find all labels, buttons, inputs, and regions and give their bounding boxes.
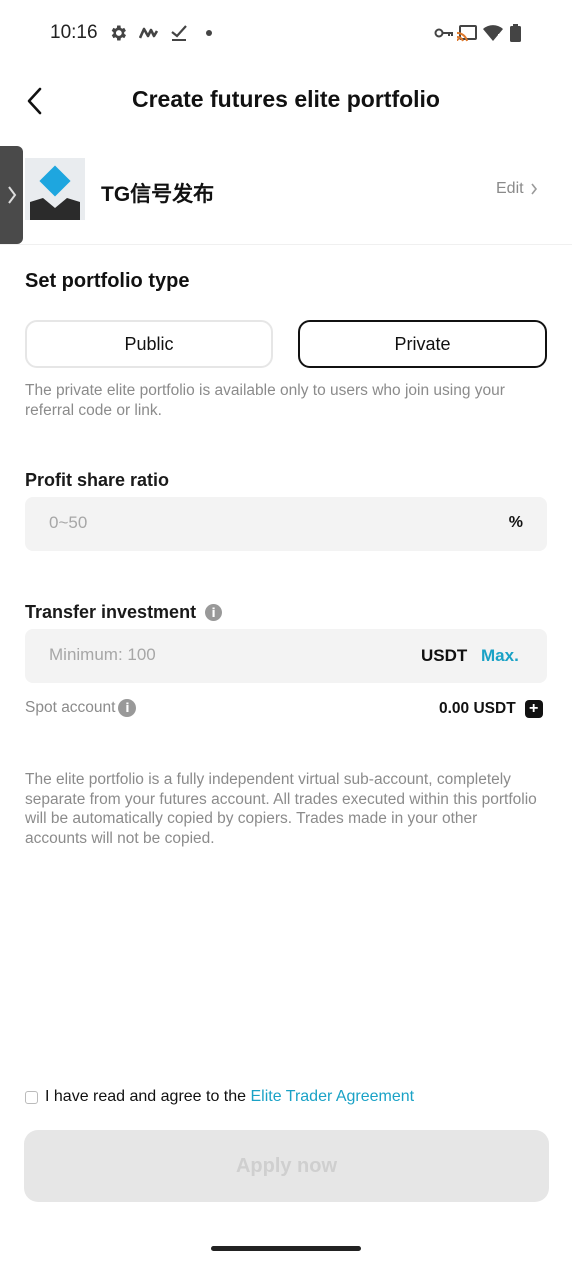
key-icon [434, 24, 454, 42]
spot-value: 0.00 USDT [439, 700, 516, 717]
agreement-text: I have read and agree to the Elite Trade… [45, 1088, 414, 1106]
status-time: 10:16 [50, 22, 98, 43]
agreement-checkbox[interactable] [25, 1090, 38, 1104]
avatar[interactable] [25, 158, 85, 220]
chevron-right-icon [530, 183, 537, 195]
max-button[interactable]: Max. [481, 646, 519, 666]
transfer-label: Transfer investment [25, 602, 197, 622]
public-type-button[interactable]: Public [25, 320, 273, 368]
wifi-icon [483, 24, 503, 42]
profile-name: TG信号发布 [101, 183, 215, 206]
home-indicator[interactable] [211, 1246, 361, 1251]
edit-button[interactable]: Edit [496, 180, 538, 198]
side-drawer-handle[interactable] [0, 146, 23, 244]
agreement-link[interactable]: Elite Trader Agreement [250, 1088, 414, 1105]
portfolio-type-note: The private elite portfolio is available… [25, 382, 505, 419]
profit-share-label: Profit share ratio [25, 470, 170, 490]
profit-share-placeholder: 0~50 [49, 513, 88, 532]
info-icon[interactable]: i [118, 699, 137, 717]
spot-balance: 0.00 USDT + [439, 700, 543, 718]
private-type-button[interactable]: Private [298, 320, 547, 368]
currency-label: USDT [421, 646, 468, 665]
plus-icon[interactable]: + [524, 700, 543, 718]
battery-icon [510, 24, 521, 42]
transfer-label-row: Transfer investment i [25, 602, 223, 623]
apply-button[interactable]: Apply now [24, 1130, 549, 1202]
cast-icon [457, 24, 477, 42]
check-icon [170, 24, 188, 42]
chevron-right-icon [8, 186, 17, 204]
agreement-prefix: I have read and agree to the [45, 1088, 251, 1105]
info-icon[interactable]: i [205, 604, 223, 621]
dot-icon [206, 24, 212, 42]
transfer-placeholder: Minimum: 100 [49, 645, 156, 664]
portfolio-type-title: Set portfolio type [25, 270, 190, 292]
spot-account-label: Spot account [25, 699, 116, 716]
page-title: Create futures elite portfolio [132, 86, 440, 112]
spot-account-row: Spot account i [25, 699, 137, 717]
app-m-icon [139, 24, 159, 42]
edit-label: Edit [496, 180, 524, 197]
image-placeholder-icon [25, 158, 85, 220]
disclaimer-text: The elite portfolio is a fully independe… [25, 771, 537, 847]
transfer-amount-input[interactable]: Minimum: 100 USDT Max. [25, 629, 547, 683]
divider [0, 244, 572, 245]
gear-icon [108, 24, 128, 42]
profit-share-input[interactable]: 0~50 % [25, 497, 547, 551]
percent-unit: % [508, 514, 523, 531]
agreement-row: I have read and agree to the Elite Trade… [25, 1088, 414, 1106]
